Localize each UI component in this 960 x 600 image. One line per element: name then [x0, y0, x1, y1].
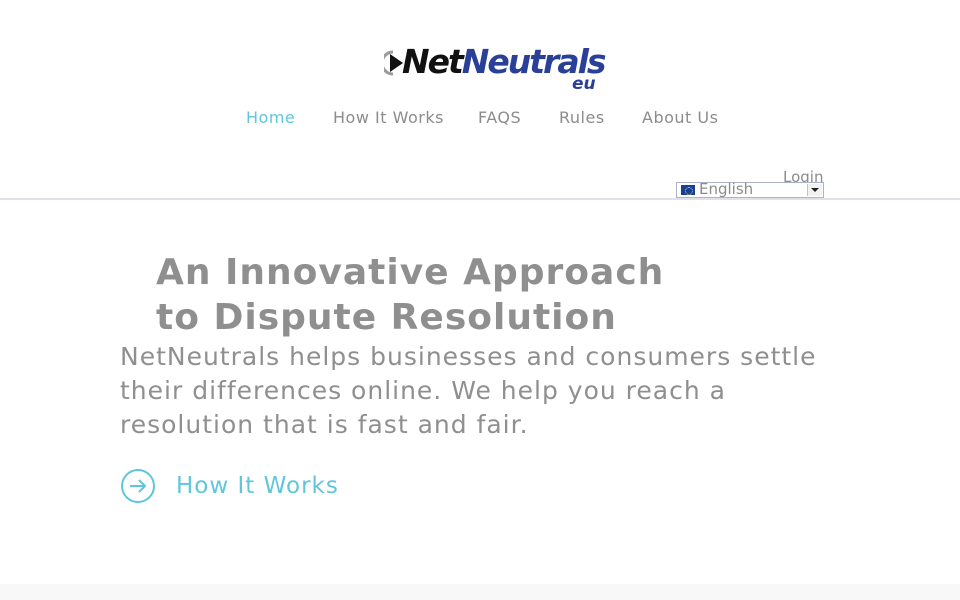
- language-select[interactable]: English: [676, 182, 824, 198]
- hero-description: NetNeutrals helps businesses and consume…: [120, 342, 817, 439]
- arrow-right-circle-icon: [121, 469, 155, 503]
- play-circle-icon: [384, 50, 403, 76]
- chevron-down-icon[interactable]: [807, 184, 822, 196]
- site-logo[interactable]: NetNeutrals eu: [384, 40, 614, 96]
- nav-about-us[interactable]: About Us: [642, 108, 718, 128]
- main-nav: Home How It Works FAQS Rules About Us: [0, 108, 960, 130]
- header-divider: [0, 198, 960, 200]
- how-it-works-button[interactable]: How It Works: [120, 468, 350, 504]
- eu-flag-icon: [681, 185, 695, 195]
- footer-strip: [0, 584, 960, 600]
- hero-title-line-2: to Dispute Resolution: [156, 297, 617, 338]
- how-it-works-label: How It Works: [176, 473, 339, 499]
- nav-faqs[interactable]: FAQS: [478, 108, 521, 128]
- nav-home[interactable]: Home: [246, 108, 295, 128]
- hero-title: An Innovative Approach to Dispute Resolu…: [156, 250, 716, 340]
- nav-rules[interactable]: Rules: [559, 108, 605, 128]
- hero-title-line-1: An Innovative Approach: [156, 252, 665, 293]
- language-selected-value: English: [699, 180, 754, 198]
- nav-how-it-works[interactable]: How It Works: [333, 108, 444, 128]
- logo-suffix: eu: [572, 74, 596, 94]
